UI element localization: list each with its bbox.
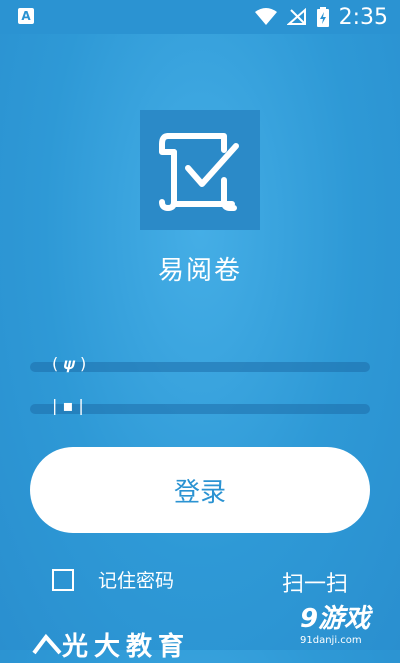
password-field[interactable]: | ▪ | bbox=[30, 396, 370, 415]
remember-password[interactable]: 记住密码 bbox=[52, 566, 174, 593]
remember-password-checkbox[interactable] bbox=[52, 568, 74, 591]
app-logo bbox=[140, 110, 260, 230]
footer-brand-text: 光大教育 bbox=[62, 632, 191, 662]
battery-charging-icon bbox=[316, 7, 329, 27]
watermark-corner: 9游戏 91danji.com bbox=[300, 604, 371, 646]
status-icons: 2:35 bbox=[254, 4, 388, 30]
lock-icon: | ▪ | bbox=[52, 396, 84, 415]
no-signal-icon bbox=[286, 8, 306, 25]
app-title: 易阅卷 bbox=[157, 256, 242, 286]
checked-document-icon bbox=[159, 133, 239, 211]
brand-logo-icon bbox=[32, 633, 62, 654]
status-bar: A 2:35 bbox=[0, 0, 400, 34]
app-notification-icon: A bbox=[18, 8, 34, 24]
login-button-label: 登录 bbox=[173, 477, 226, 508]
login-button[interactable]: 登录 bbox=[30, 447, 370, 533]
footer-brand: 光大教育 bbox=[32, 626, 190, 663]
username-field[interactable]: ( 𝝍 ) bbox=[30, 354, 370, 373]
scan-button[interactable]: 扫一扫 bbox=[282, 566, 348, 598]
watermark-center: 9游戏 91danji.com bbox=[222, 486, 284, 523]
user-icon: ( 𝝍 ) bbox=[52, 354, 87, 373]
remember-password-label: 记住密码 bbox=[98, 570, 175, 592]
wifi-icon bbox=[254, 8, 277, 25]
clock: 2:35 bbox=[338, 4, 388, 30]
